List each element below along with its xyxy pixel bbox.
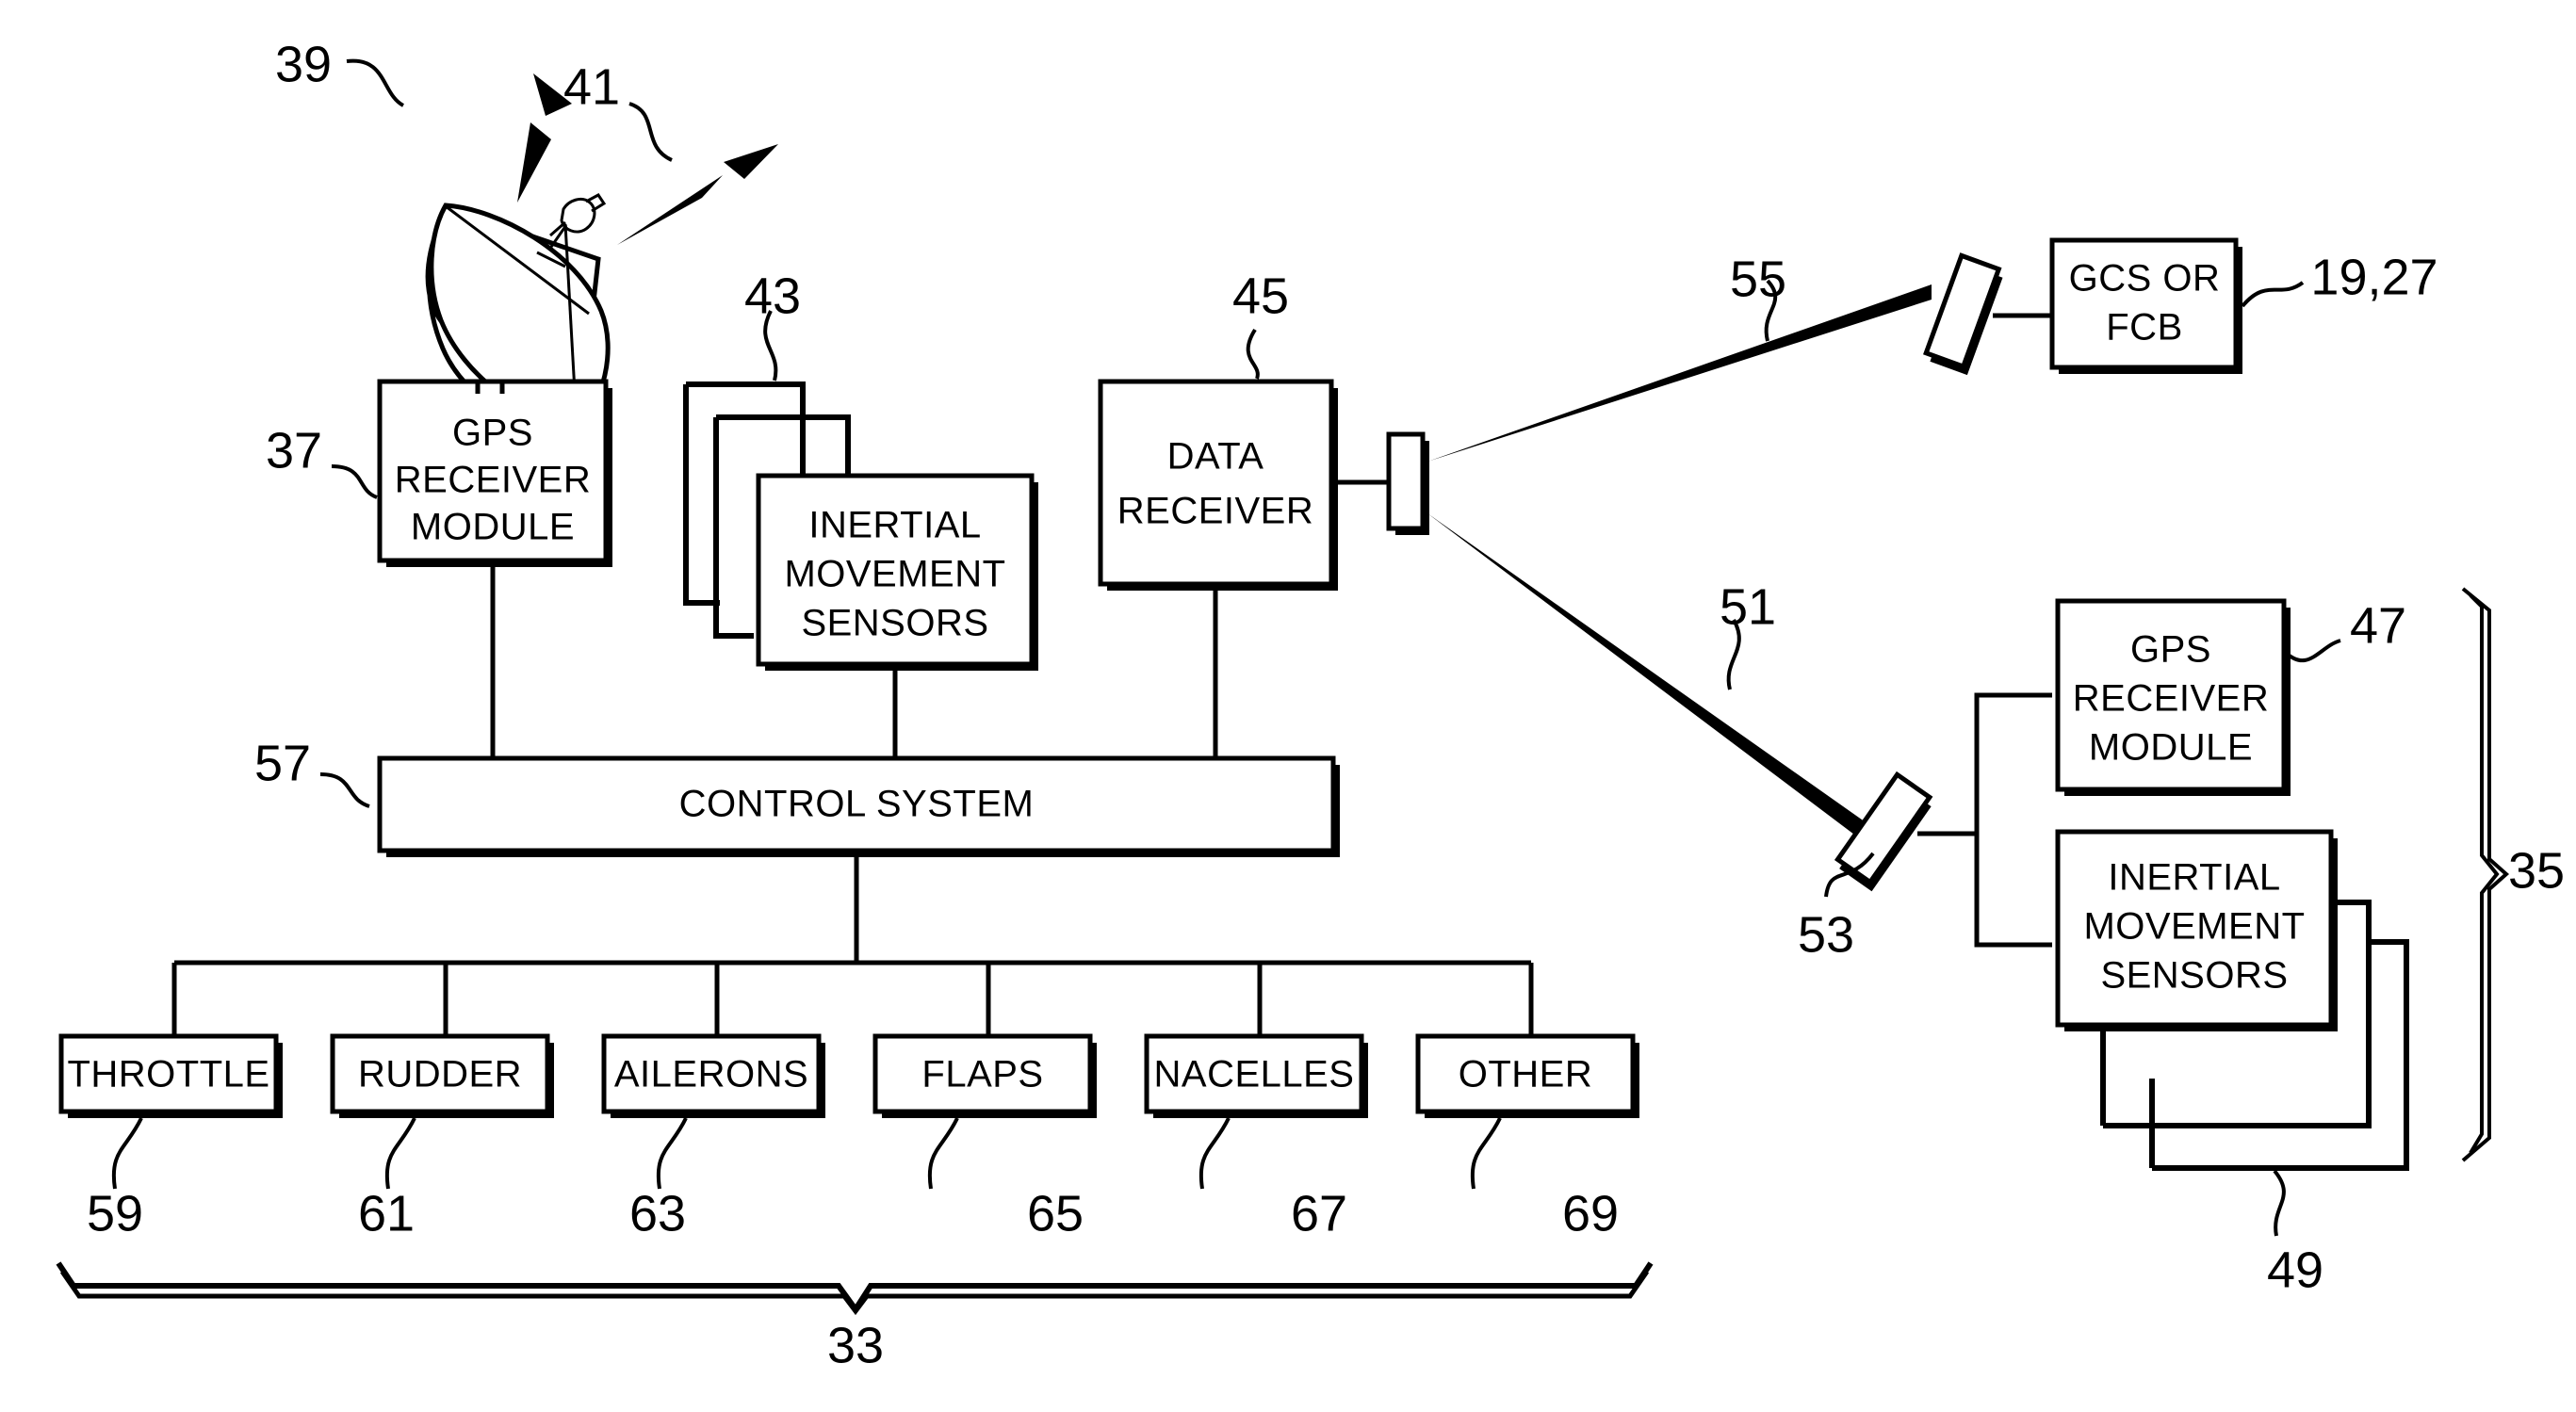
link-55 xyxy=(1427,284,1932,462)
gps-air-line3: MODULE xyxy=(411,507,575,548)
data-receiver-line1: DATA xyxy=(1167,436,1264,478)
actuator-leaders xyxy=(111,1117,1502,1190)
gps-air-line1: GPS xyxy=(452,413,533,454)
actuator-label-0: THROTTLE xyxy=(67,1054,269,1096)
ref-33: 33 xyxy=(827,1317,884,1373)
actuator-ref-3: 65 xyxy=(1027,1185,1084,1242)
actuator-label-1: RUDDER xyxy=(358,1054,522,1096)
actuator-ref-4: 67 xyxy=(1291,1185,1347,1242)
ref-39: 39 xyxy=(275,36,332,92)
actuator-label-4: NACELLES xyxy=(1154,1054,1355,1096)
ims-air-line3: SENSORS xyxy=(801,603,988,644)
ims-air-line1: INERTIAL xyxy=(808,505,981,546)
patent-figure: 39 41 GPS RECEIVER MODULE 37 INERTIAL MO… xyxy=(0,0,2576,1412)
ims-ground-line3: SENSORS xyxy=(2100,955,2288,997)
aircraft-antenna xyxy=(1331,431,1429,535)
aircraft-bracket-33 xyxy=(56,1261,1654,1316)
actuator-ref-0: 59 xyxy=(87,1185,143,1242)
ref-41: 41 xyxy=(563,58,620,115)
ref-51: 51 xyxy=(1720,578,1776,635)
ref-35: 35 xyxy=(2508,842,2565,899)
ref-53: 53 xyxy=(1798,906,1854,963)
actuator-label-5: OTHER xyxy=(1459,1054,1593,1096)
gps-ground-line1: GPS xyxy=(2130,629,2211,671)
ground-antenna-top xyxy=(1923,252,2052,376)
actuator-boxes xyxy=(58,1033,1639,1118)
ref-55: 55 xyxy=(1730,251,1786,307)
ref-37: 37 xyxy=(266,422,322,479)
gcs-line1: GCS OR xyxy=(2069,258,2221,300)
ref-43: 43 xyxy=(744,268,801,324)
data-receiver-line2: RECEIVER xyxy=(1117,491,1314,532)
actuator-label-3: FLAPS xyxy=(921,1054,1043,1096)
actuator-ref-1: 61 xyxy=(358,1185,415,1242)
control-system-label: CONTROL SYSTEM xyxy=(679,784,1035,825)
data-receiver-box xyxy=(1098,379,1338,591)
actuator-bus xyxy=(171,851,1534,1036)
ims-air-line2: MOVEMENT xyxy=(784,554,1005,595)
actuator-label-2: AILERONS xyxy=(614,1054,808,1096)
gps-ground-line3: MODULE xyxy=(2089,727,2253,769)
ground-antenna-bottom xyxy=(1834,771,1977,892)
link-51 xyxy=(1427,513,1875,843)
ref-19-27: 19,27 xyxy=(2310,249,2437,305)
ref-45: 45 xyxy=(1232,268,1289,324)
actuator-ref-2: 63 xyxy=(629,1185,686,1242)
ims-ground-line1: INERTIAL xyxy=(2108,857,2280,899)
gps-air-line2: RECEIVER xyxy=(395,460,592,501)
ground-bracket-35 xyxy=(2461,587,2510,1162)
ims-ground-line2: MOVEMENT xyxy=(2083,906,2305,948)
gps-ground-line2: RECEIVER xyxy=(2073,678,2270,720)
figure-canvas: 39 41 GPS RECEIVER MODULE 37 INERTIAL MO… xyxy=(56,36,2565,1373)
signal-arrow-41 xyxy=(617,144,778,245)
ground-distribution-wires xyxy=(1974,692,2052,948)
actuator-ref-5: 69 xyxy=(1562,1185,1619,1242)
ref-47: 47 xyxy=(2350,597,2406,654)
gcs-line2: FCB xyxy=(2106,307,2183,349)
ref-57: 57 xyxy=(254,735,311,791)
ref-49: 49 xyxy=(2267,1242,2323,1298)
